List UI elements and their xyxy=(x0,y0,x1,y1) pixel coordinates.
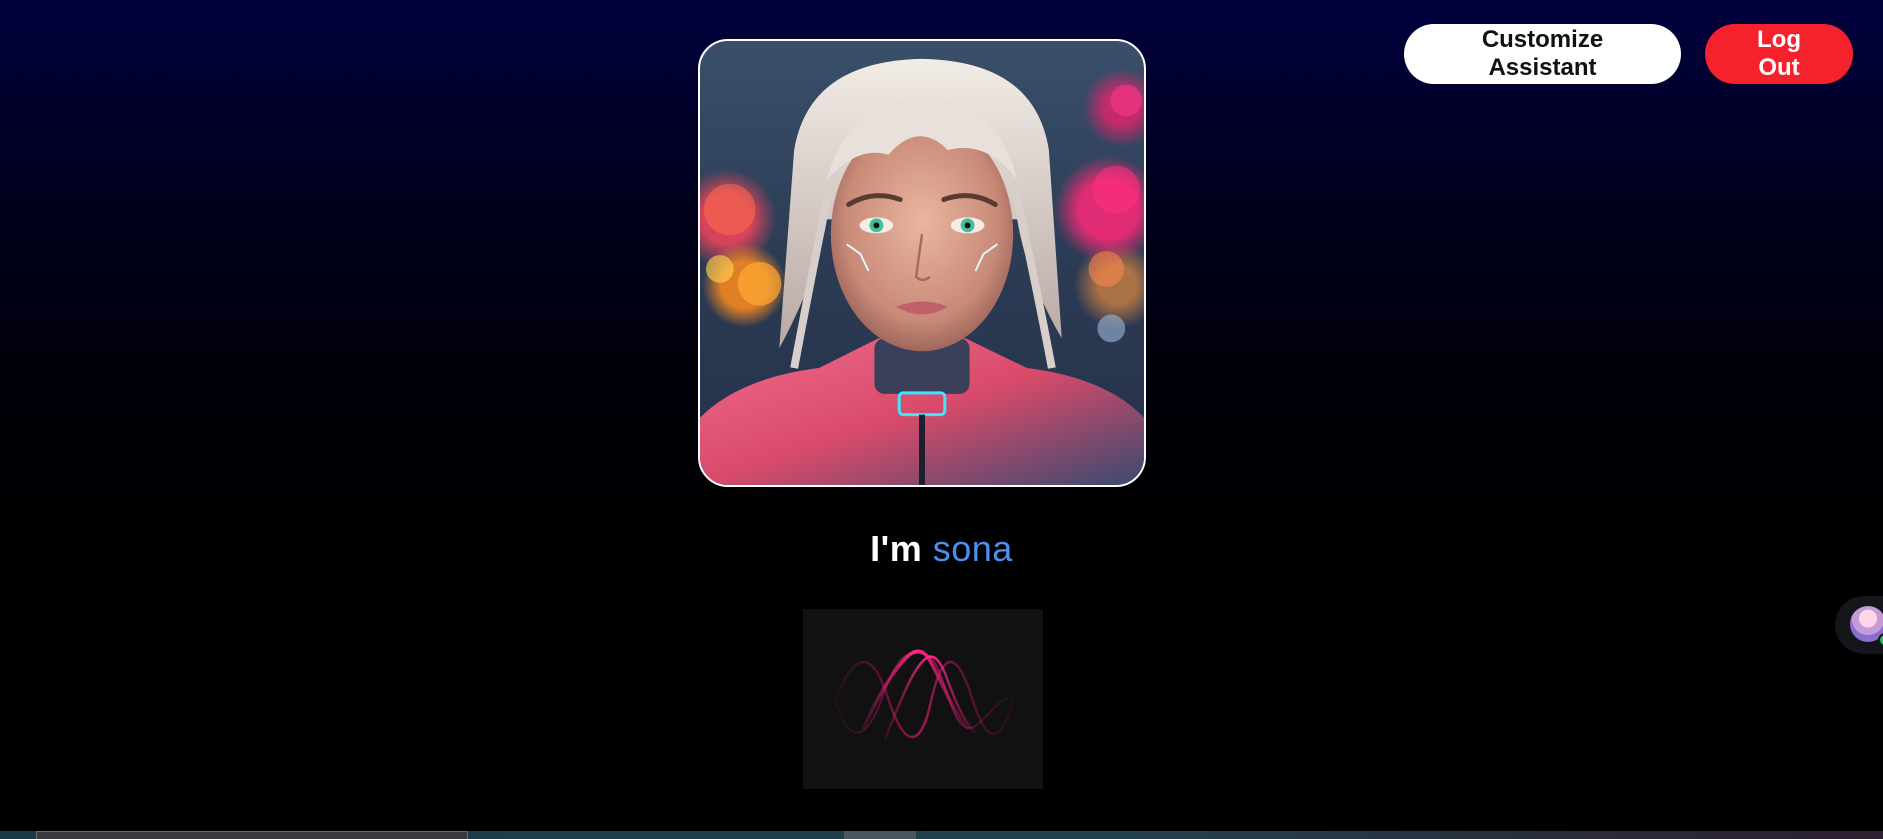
logout-button[interactable]: Log Out xyxy=(1705,24,1853,84)
customize-assistant-button[interactable]: Customize Assistant xyxy=(1404,24,1681,84)
top-actions: Customize Assistant Log Out xyxy=(1404,24,1853,84)
chat-launcher-button[interactable] xyxy=(1835,596,1883,654)
assistant-portrait xyxy=(700,58,1144,485)
taskbar-indicator xyxy=(844,831,916,839)
voice-visualizer xyxy=(803,609,1043,789)
online-status-dot xyxy=(1878,633,1883,647)
taskbar-window-preview[interactable] xyxy=(36,831,468,839)
assistant-greeting: I'm sona xyxy=(0,528,1883,570)
voice-wave-icon xyxy=(833,649,1015,740)
assistant-avatar-image xyxy=(698,39,1146,487)
greeting-text: I'm xyxy=(870,528,923,569)
assistant-name: sona xyxy=(932,528,1013,569)
